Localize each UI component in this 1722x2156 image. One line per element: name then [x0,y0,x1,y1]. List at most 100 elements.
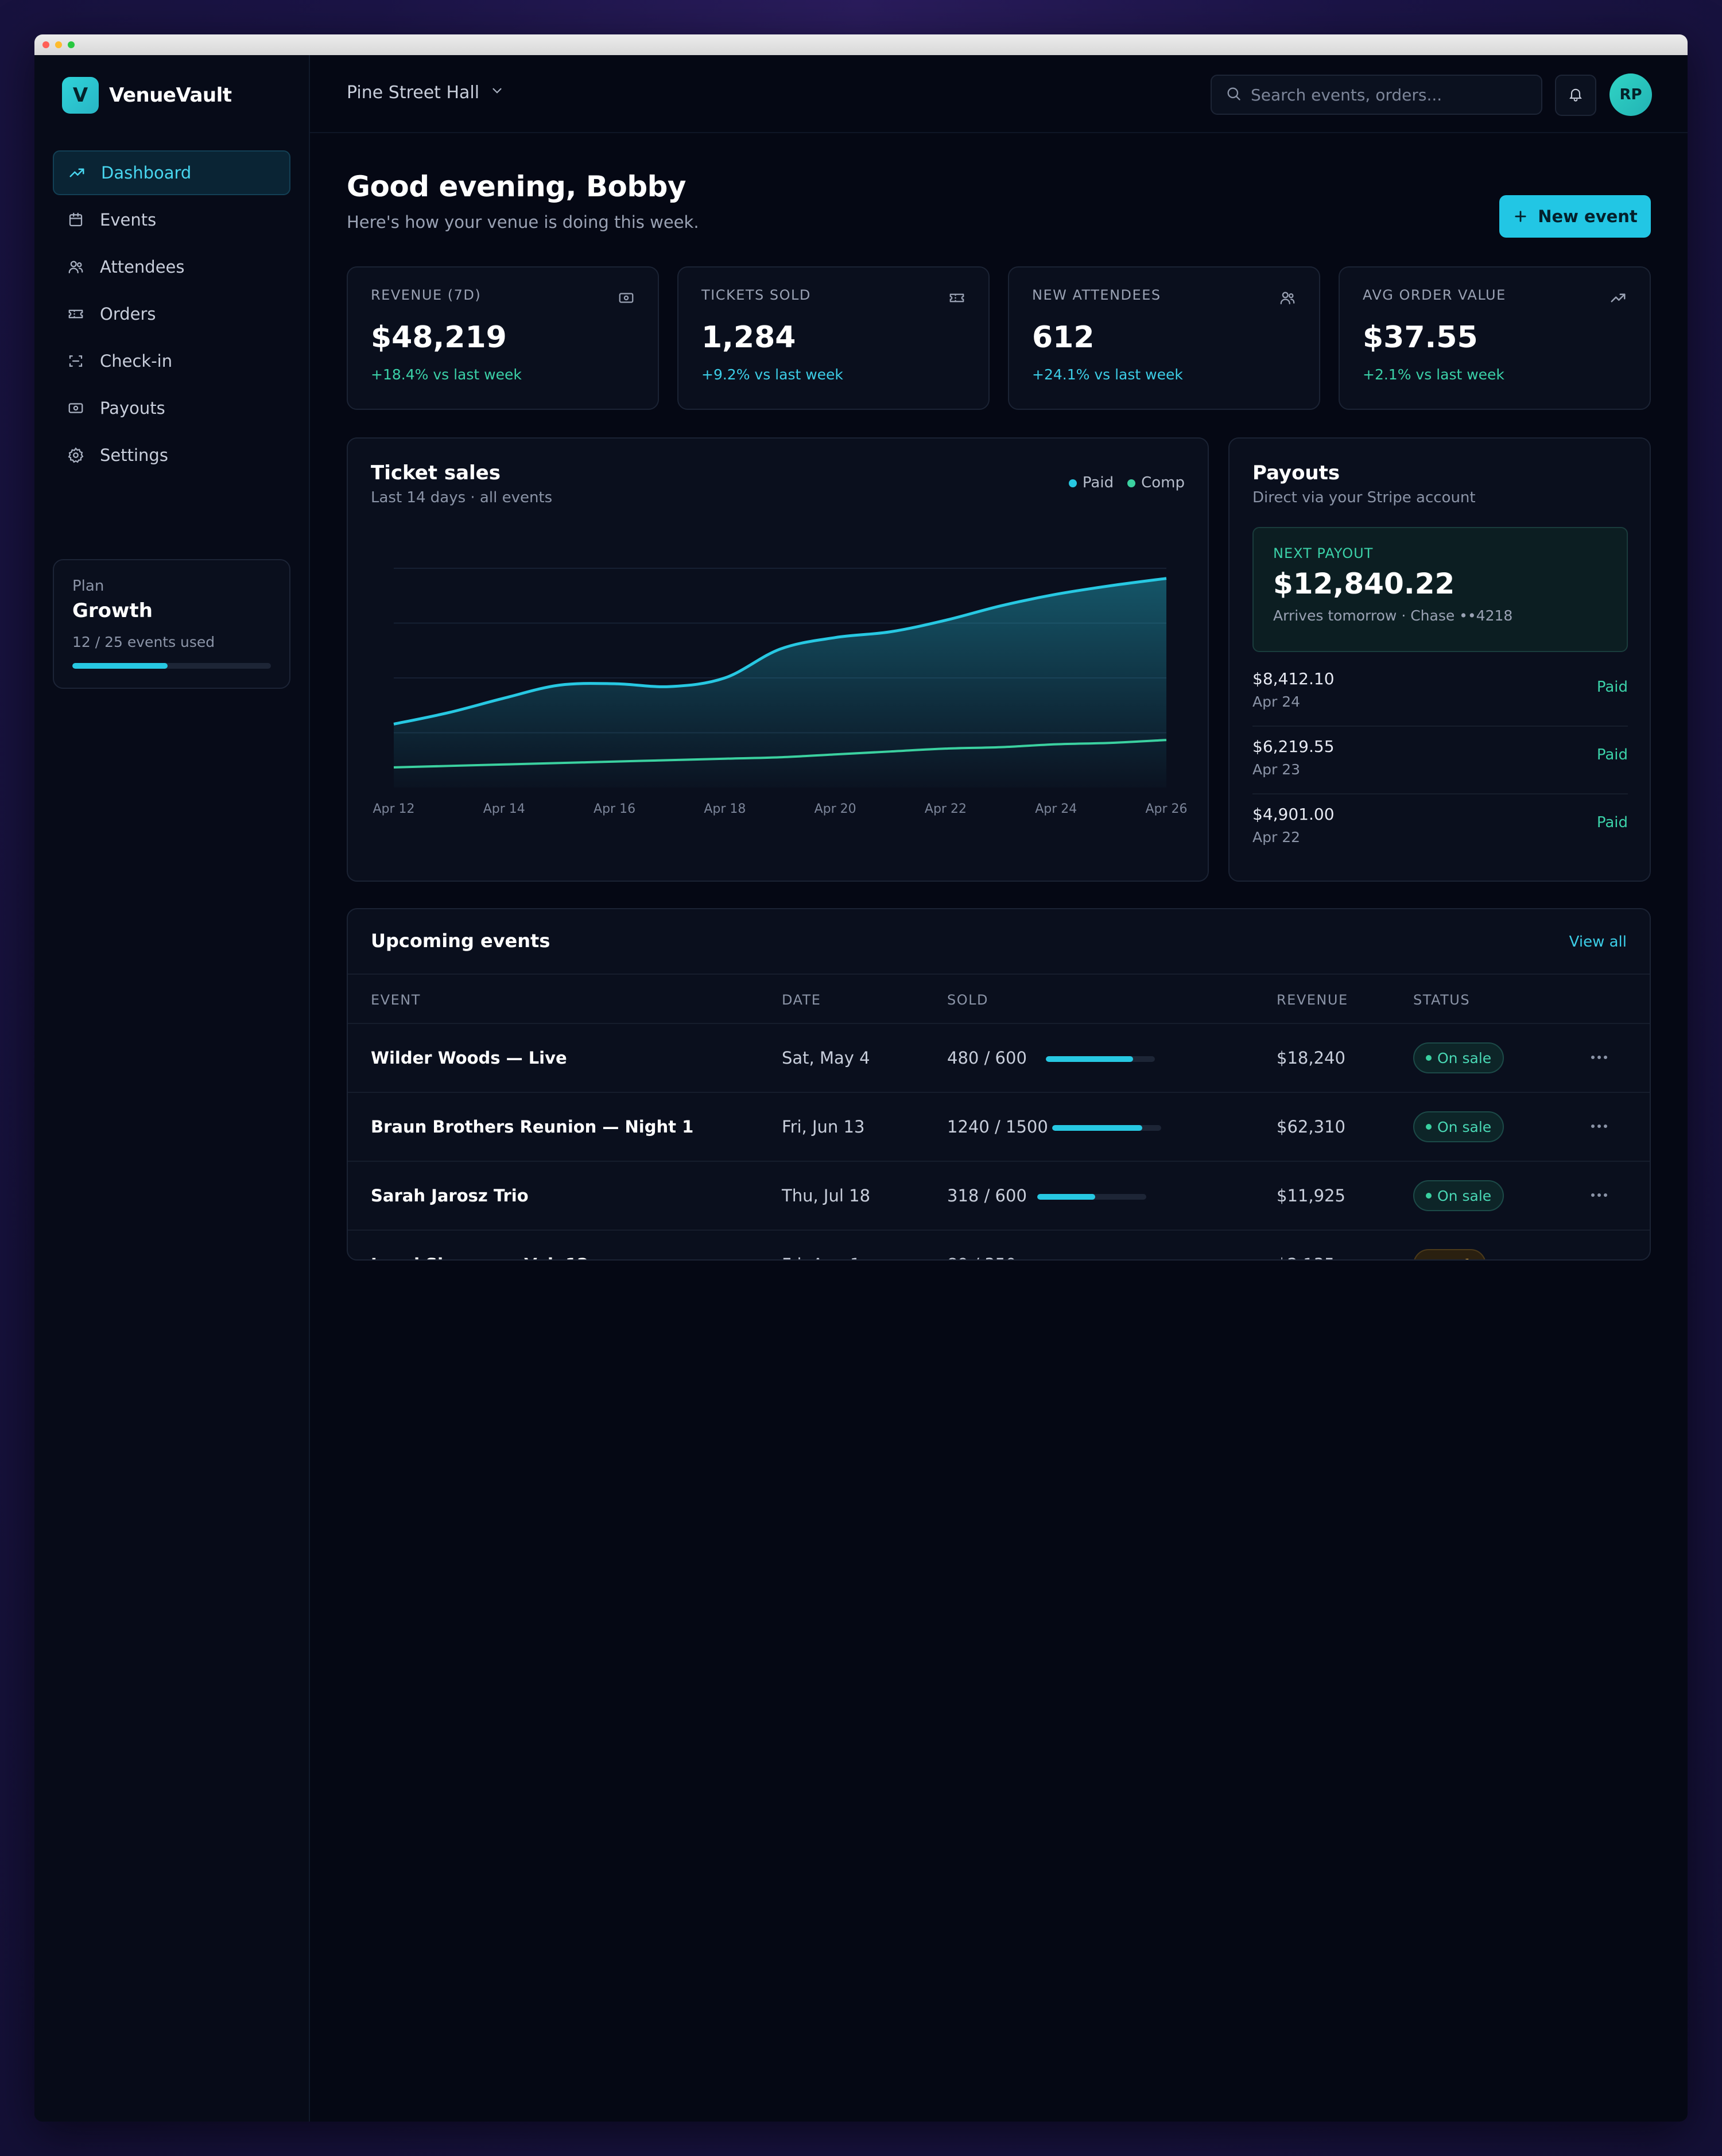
column-header-event[interactable]: EVENT [371,992,421,1008]
next-payout-panel[interactable]: NEXT PAYOUT $12,840.22 Arrives tomorrow … [1252,527,1628,652]
banknote-icon [67,399,85,417]
row-more-menu-button[interactable] [1588,1046,1611,1069]
row-more-menu-button[interactable] [1588,1115,1611,1138]
users-icon [1279,289,1296,309]
table-row[interactable]: Local Showcase Vol. 12 Fri, Aug 1 89 / 350… [348,1231,1650,1259]
users-icon [67,258,85,276]
payout-status: Paid [1596,746,1628,763]
column-header-sold[interactable]: SOLD [947,992,988,1008]
sidebar-item-check-in[interactable]: Check-in [53,339,290,383]
stat-card-tickets-sold[interactable]: TICKETS SOLD 1,284 +9.2% vs last week [677,266,990,410]
event-name[interactable]: Wilder Woods — Live [371,1048,567,1068]
column-header-revenue[interactable]: REVENUE [1277,992,1348,1008]
column-header-date[interactable]: DATE [782,992,821,1008]
sidebar-item-label: Settings [100,445,168,465]
stat-delta: +9.2% vs last week [701,366,843,383]
sidebar-item-settings[interactable]: Settings [53,433,290,478]
venue-selector[interactable]: Pine Street Hall [347,83,505,103]
topbar: Pine Street Hall RP [310,55,1688,133]
gear-icon [67,446,85,464]
x-tick-label: Apr 16 [594,802,635,816]
chart-subtitle: Last 14 days · all events [371,489,553,506]
row-more-menu-button[interactable] [1588,1253,1611,1259]
x-tick-label: Apr 26 [1145,802,1187,816]
sidebar-item-events[interactable]: Events [53,197,290,242]
event-name[interactable]: Local Showcase Vol. 12 [371,1255,588,1259]
x-tick-label: Apr 22 [925,802,967,816]
table-row[interactable]: Wilder Woods — Live Sat, May 4 480 / 600 $1… [348,1024,1650,1093]
search-input[interactable] [1251,85,1526,104]
plus-icon [1515,211,1526,222]
x-tick-label: Apr 12 [373,802,414,816]
bell-icon [1568,86,1584,104]
sidebar-item-payouts[interactable]: Payouts [53,386,290,431]
avatar[interactable]: RP [1609,73,1652,116]
maximize-window-button[interactable] [68,41,75,48]
sold-progress-fill [1046,1056,1133,1062]
column-header-status[interactable]: STATUS [1413,992,1470,1008]
sidebar-item-attendees[interactable]: Attendees [53,245,290,289]
sold-progress-bar [1046,1056,1155,1062]
search-box[interactable] [1211,75,1542,115]
event-sold: 318 / 600 [947,1186,1027,1205]
trending-up-icon [68,164,86,182]
legend-item-comp: Comp [1127,474,1185,491]
sold-progress-fill [1052,1125,1143,1131]
status-label: On sale [1437,1118,1492,1135]
payout-amount: $8,412.10 [1252,669,1335,688]
payout-row[interactable]: $8,412.10 Apr 24 Paid [1252,659,1628,727]
event-revenue: $2,135 [1277,1255,1335,1259]
sidebar-item-label: Payouts [100,398,165,418]
new-event-button[interactable]: New event [1499,195,1651,238]
sidebar: V VenueVault Dashboard Events Attendees … [34,55,310,2122]
status-badge: Draft [1413,1249,1487,1259]
trending-up-icon [1609,289,1627,309]
notifications-button[interactable] [1555,75,1596,116]
brand-logo: V [62,77,99,114]
event-date: Fri, Jun 13 [782,1117,865,1137]
stat-card-new-attendees[interactable]: NEW ATTENDEES 612 +24.1% vs last week [1008,266,1320,410]
table-row[interactable]: Sarah Jarosz Trio Thu, Jul 18 318 / 600 $11… [348,1162,1650,1231]
app-window: V VenueVault Dashboard Events Attendees … [34,34,1688,2122]
close-window-button[interactable] [42,41,49,48]
status-badge: On sale [1413,1042,1504,1073]
plan-card[interactable]: Plan Growth 12 / 25 events used [53,559,290,689]
payout-date: Apr 22 [1252,829,1301,846]
row-more-menu-button[interactable] [1588,1184,1611,1207]
next-payout-detail: Arrives tomorrow · Chase ••4218 [1273,607,1513,624]
stat-card-revenue[interactable]: REVENUE (7D) $48,219 +18.4% vs last week [347,266,659,410]
sidebar-item-label: Orders [100,304,156,324]
event-revenue: $18,240 [1277,1048,1345,1068]
stat-value: $37.55 [1363,320,1478,355]
page-subtitle: Here's how your venue is doing this week… [347,212,699,232]
search-icon [1225,86,1242,104]
sold-progress-bar [1037,1194,1146,1200]
payout-amount: $4,901.00 [1252,805,1335,824]
payout-row[interactable]: $6,219.55 Apr 23 Paid [1252,727,1628,794]
table-row[interactable]: Braun Brothers Reunion — Night 1 Fri, Jun… [348,1093,1650,1162]
view-all-link[interactable]: View all [1569,933,1627,951]
stat-delta: +2.1% vs last week [1363,366,1504,383]
sidebar-item-dashboard[interactable]: Dashboard [53,150,290,195]
event-date: Fri, Aug 1 [782,1255,860,1259]
status-badge: On sale [1413,1111,1504,1142]
stat-value: $48,219 [371,320,507,355]
payout-row[interactable]: $4,901.00 Apr 22 Paid [1252,794,1628,862]
payout-date: Apr 24 [1252,693,1301,710]
minimize-window-button[interactable] [55,41,62,48]
plan-label: Plan [72,577,104,595]
chevron-down-icon [490,83,505,103]
event-name[interactable]: Sarah Jarosz Trio [371,1186,529,1205]
stat-label: REVENUE (7D) [371,287,482,303]
stat-value: 612 [1032,320,1095,355]
brand[interactable]: V VenueVault [62,77,232,114]
stat-card-avg-order-value[interactable]: AVG ORDER VALUE $37.55 +2.1% vs last wee… [1339,266,1651,410]
stat-label: NEW ATTENDEES [1032,287,1161,303]
sidebar-item-orders[interactable]: Orders [53,292,290,336]
event-revenue: $11,925 [1277,1186,1345,1205]
event-name[interactable]: Braun Brothers Reunion — Night 1 [371,1117,693,1137]
venue-name: Pine Street Hall [347,83,480,103]
ticket-sales-card: Apr 12 Apr 14 Apr 16 Apr 18 Apr 20 Apr 22 Apr … [347,437,1209,882]
x-tick-label: Apr 18 [704,802,746,816]
chart-legend: Paid Comp [1068,474,1185,491]
